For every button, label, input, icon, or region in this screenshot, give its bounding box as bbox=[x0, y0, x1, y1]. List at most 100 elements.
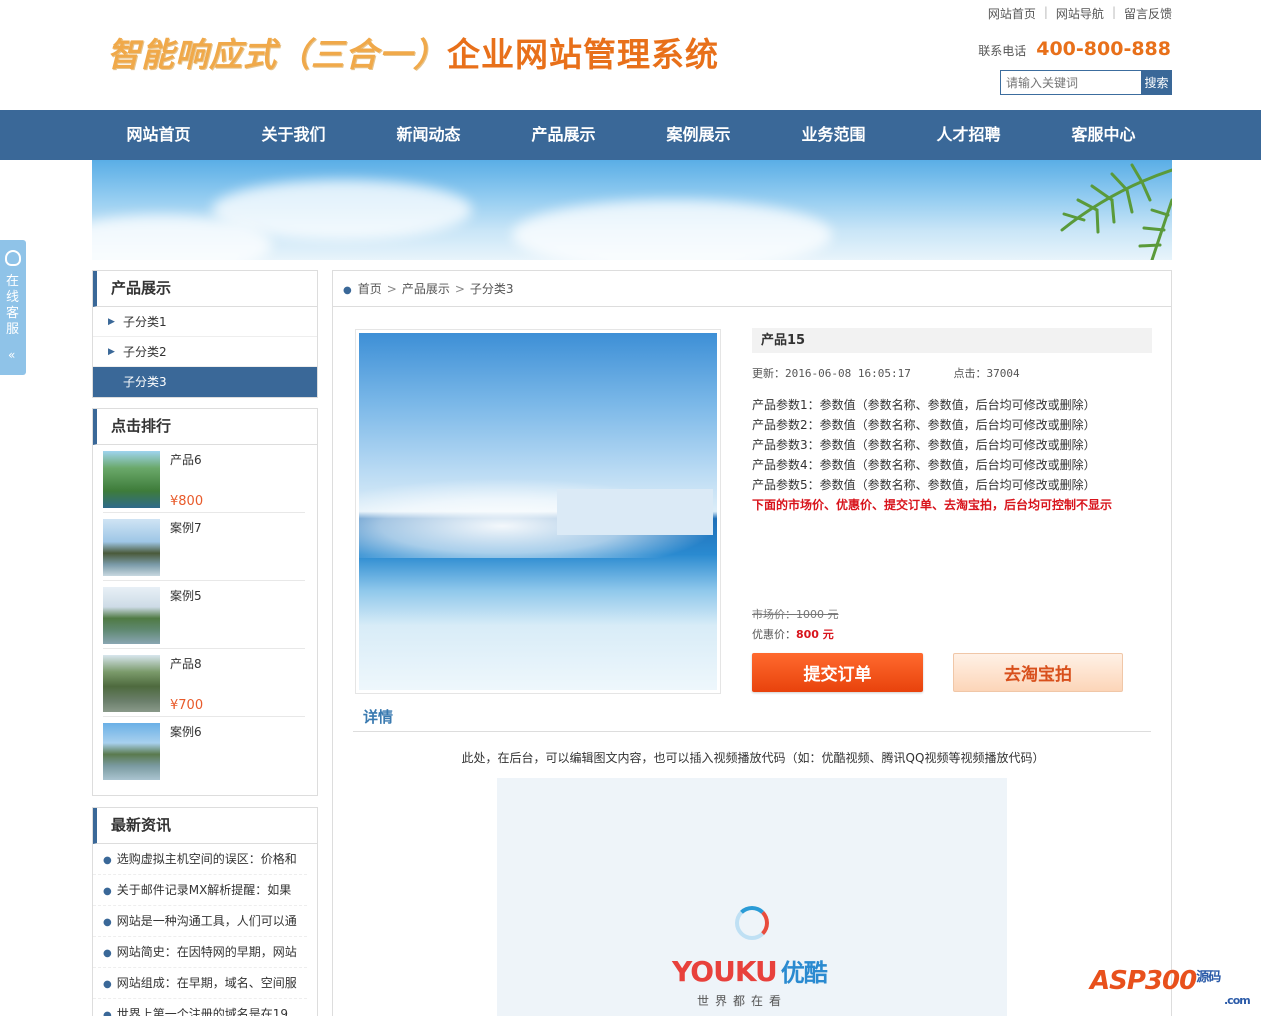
taobao-button[interactable]: 去淘宝拍 bbox=[953, 653, 1123, 692]
top-link-feedback[interactable]: 留言反馈 bbox=[1124, 5, 1172, 22]
market-price: 市场价：1000 元 bbox=[752, 606, 839, 622]
param-line: 产品参数4：参数值（参数名称、参数值，后台均可修改或删除） bbox=[752, 458, 1096, 472]
main-content: ● 首页 > 产品展示 > 子分类3 产品15 更新：2016-06-08 16:05:1… bbox=[332, 270, 1172, 1016]
banner-image bbox=[92, 160, 1172, 260]
ranking-thumbnail[interactable] bbox=[103, 519, 160, 576]
top-link-home[interactable]: 网站首页 bbox=[988, 5, 1036, 22]
ranking-item[interactable]: 案例7 bbox=[103, 513, 305, 581]
product-params: 产品参数1：参数值（参数名称、参数值，后台均可修改或删除） 产品参数2：参数值（… bbox=[752, 395, 1112, 515]
sidebar-item-subcategory1[interactable]: ▶ 子分类1 bbox=[93, 307, 317, 337]
ranking-thumbnail[interactable] bbox=[103, 655, 160, 712]
sale-price-value: 800 元 bbox=[796, 628, 834, 641]
breadcrumb-home[interactable]: 首页 bbox=[358, 282, 382, 296]
nav-item-jobs[interactable]: 人才招聘 bbox=[901, 110, 1036, 160]
ranking-item[interactable]: 产品6 ¥800 bbox=[103, 445, 305, 513]
news-title[interactable]: 网站简史：在因特网的早期，网站 bbox=[117, 945, 297, 959]
product-photo bbox=[359, 333, 717, 690]
image-overlay-block bbox=[557, 489, 713, 535]
search-bar: 搜索 bbox=[1000, 70, 1172, 95]
ranking-item[interactable]: 产品8 ¥700 bbox=[103, 649, 305, 717]
ranking-price: ¥700 bbox=[170, 698, 204, 713]
ranking-item[interactable]: 案例6 bbox=[103, 717, 305, 785]
ranking-item[interactable]: 案例5 bbox=[103, 581, 305, 649]
bullet-icon: ● bbox=[103, 948, 112, 959]
search-button[interactable]: 搜索 bbox=[1141, 70, 1172, 95]
news-title[interactable]: 世界上第一个注册的域名是在19 bbox=[117, 1007, 288, 1016]
online-service-tab[interactable]: 在线客服 « bbox=[0, 240, 26, 375]
category-box: 产品展示 ▶ 子分类1 ▶ 子分类2 子分类3 bbox=[92, 270, 318, 398]
nav-item-business[interactable]: 业务范围 bbox=[766, 110, 901, 160]
arrow-right-icon: ▶ bbox=[108, 317, 115, 327]
news-item[interactable]: ● 关于邮件记录MX解析提醒：如果 bbox=[93, 875, 307, 906]
ranking-price: ¥800 bbox=[170, 494, 204, 509]
youku-slogan: 世界都在看 bbox=[697, 994, 788, 1008]
phone-number: 400-800-888 bbox=[1036, 38, 1171, 60]
site-title-part2: 企业网站管理系统 bbox=[447, 35, 719, 74]
detail-text: 此处，在后台，可以编辑图文内容，也可以插入视频播放代码（如：优酷视频、腾讯QQ视… bbox=[461, 751, 1045, 765]
search-input[interactable] bbox=[1000, 70, 1141, 95]
breadcrumb-products[interactable]: 产品展示 bbox=[402, 282, 450, 296]
news-title[interactable]: 选购虚拟主机空间的误区：价格和 bbox=[117, 852, 297, 866]
service-tab-label: 在线客服 bbox=[6, 274, 20, 337]
nav-item-news[interactable]: 新闻动态 bbox=[361, 110, 496, 160]
bullet-icon: ● bbox=[103, 979, 112, 990]
ranking-name[interactable]: 产品8 bbox=[170, 655, 202, 672]
news-item[interactable]: ● 世界上第一个注册的域名是在19 bbox=[93, 999, 307, 1016]
top-links: 网站首页 | 网站导航 | 留言反馈 bbox=[988, 5, 1172, 22]
ranking-thumbnail[interactable] bbox=[103, 451, 160, 508]
hits-label: 点击： bbox=[953, 367, 987, 380]
product-image[interactable] bbox=[355, 329, 721, 694]
news-title[interactable]: 关于邮件记录MX解析提醒：如果 bbox=[117, 883, 292, 897]
nav-item-home[interactable]: 网站首页 bbox=[91, 110, 226, 160]
ranking-thumbnail[interactable] bbox=[103, 723, 160, 780]
phone-label: 联系电话 bbox=[978, 44, 1027, 58]
sidebar-item-label: 子分类3 bbox=[123, 375, 167, 389]
site-title[interactable]: 智能响应式（三合一）企业网站管理系统 bbox=[107, 28, 719, 76]
news-item[interactable]: ● 网站简史：在因特网的早期，网站 bbox=[93, 937, 307, 968]
nav-item-cases[interactable]: 案例展示 bbox=[631, 110, 766, 160]
news-item[interactable]: ● 选购虚拟主机空间的误区：价格和 bbox=[93, 844, 307, 875]
product-meta: 更新：2016-06-08 16:05:17 点击：37004 bbox=[752, 365, 1020, 381]
breadcrumb-current[interactable]: 子分类3 bbox=[470, 282, 514, 296]
news-item[interactable]: ● 网站是一种沟通工具，人们可以通 bbox=[93, 906, 307, 937]
sale-price: 优惠价：800 元 bbox=[752, 626, 834, 642]
youku-logo: YOUKU 优酷 bbox=[672, 955, 828, 988]
param-line: 产品参数1：参数值（参数名称、参数值，后台均可修改或删除） bbox=[752, 398, 1096, 412]
ranking-thumbnail[interactable] bbox=[103, 587, 160, 644]
nav-item-service[interactable]: 客服中心 bbox=[1036, 110, 1171, 160]
arrow-right-icon: ▶ bbox=[108, 347, 115, 357]
home-circle-icon: ● bbox=[343, 285, 352, 296]
video-player[interactable]: YOUKU 优酷 世界都在看 bbox=[497, 778, 1007, 1016]
category-box-title: 产品展示 bbox=[93, 271, 317, 307]
ranking-name[interactable]: 案例7 bbox=[170, 519, 202, 536]
ranking-name[interactable]: 产品6 bbox=[170, 451, 202, 468]
news-title[interactable]: 网站是一种沟通工具，人们可以通 bbox=[117, 914, 297, 928]
news-title[interactable]: 网站组成：在早期，域名、空间服 bbox=[117, 976, 297, 990]
bullet-icon: ● bbox=[103, 886, 112, 897]
ranking-box-title: 点击排行 bbox=[93, 409, 317, 445]
param-note: 下面的市场价、优惠价、提交订单、去淘宝拍，后台均可控制不显示 bbox=[752, 498, 1113, 512]
detail-header: 详情 bbox=[353, 702, 1151, 732]
bullet-icon: ● bbox=[103, 917, 112, 928]
watermark-logo: ASP300源码 .com bbox=[1090, 966, 1251, 1007]
submit-order-button[interactable]: 提交订单 bbox=[752, 653, 923, 692]
banner-cloud bbox=[512, 200, 832, 260]
sidebar-item-subcategory2[interactable]: ▶ 子分类2 bbox=[93, 337, 317, 367]
updated-label: 更新： bbox=[752, 367, 785, 380]
bullet-icon: ● bbox=[103, 1010, 112, 1016]
ranking-name[interactable]: 案例6 bbox=[170, 723, 202, 740]
sidebar-item-subcategory3[interactable]: 子分类3 bbox=[93, 367, 317, 397]
news-item[interactable]: ● 网站组成：在早期，域名、空间服 bbox=[93, 968, 307, 999]
palm-leaf-icon bbox=[1060, 163, 1172, 260]
ranking-name[interactable]: 案例5 bbox=[170, 587, 202, 604]
hits-value: 37004 bbox=[986, 367, 1020, 380]
nav-item-products[interactable]: 产品展示 bbox=[496, 110, 631, 160]
top-link-separator: | bbox=[1111, 5, 1116, 19]
breadcrumb: ● 首页 > 产品展示 > 子分类3 bbox=[333, 271, 1171, 307]
nav-item-about[interactable]: 关于我们 bbox=[226, 110, 361, 160]
top-link-sitemap[interactable]: 网站导航 bbox=[1056, 5, 1104, 22]
news-box: 最新资讯 ● 选购虚拟主机空间的误区：价格和 ● 关于邮件记录MX解析提醒：如果 ●… bbox=[92, 807, 318, 1016]
sale-price-label: 优惠价： bbox=[752, 628, 796, 641]
ranking-box: 点击排行 产品6 ¥800 案例7 案例5 产品8 ¥700 案例6 bbox=[92, 408, 318, 796]
loading-spinner-icon bbox=[735, 906, 769, 940]
